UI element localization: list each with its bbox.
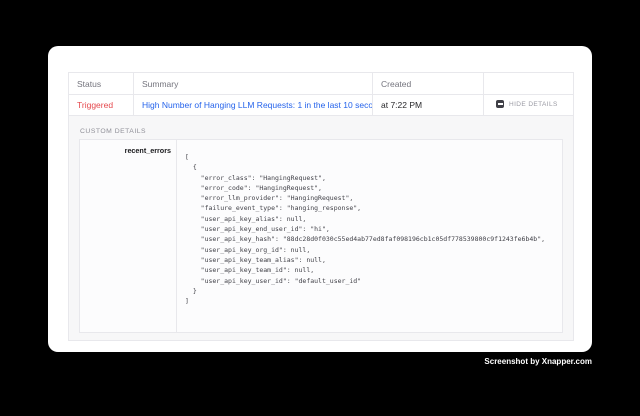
screenshot-credit: Screenshot by Xnapper.com [484,357,592,366]
alert-row: Triggered High Number of Hanging LLM Req… [69,95,574,116]
custom-details-heading: CUSTOM DETAILS [80,128,563,135]
created-time: at 7:22 PM [381,100,422,110]
alert-card: Status Summary Created Triggered High Nu… [48,46,592,352]
collapse-minus-icon [496,100,504,108]
recent-errors-json: [ { "error_class": "HangingRequest", "er… [185,152,554,306]
created-cell: at 7:22 PM [373,95,484,116]
hide-details-label: HIDE DETAILS [509,101,558,108]
actions-cell: HIDE DETAILS [484,95,574,116]
alerts-table: Status Summary Created Triggered High Nu… [68,72,574,341]
alert-summary-link[interactable]: High Number of Hanging LLM Requests: 1 i… [142,100,373,110]
status-cell: Triggered [69,95,134,116]
custom-details-panel: CUSTOM DETAILS recent_errors [ { "error_… [69,116,574,341]
column-header-summary: Summary [134,73,373,95]
table-header-row: Status Summary Created [69,73,574,95]
hide-details-button[interactable]: HIDE DETAILS [492,100,558,108]
status-badge: Triggered [77,100,113,110]
column-header-actions [484,73,574,95]
details-box: recent_errors [ { "error_class": "Hangin… [79,139,563,333]
details-json-area: [ { "error_class": "HangingRequest", "er… [177,140,562,332]
details-row: CUSTOM DETAILS recent_errors [ { "error_… [69,116,574,341]
column-header-created: Created [373,73,484,95]
summary-cell: High Number of Hanging LLM Requests: 1 i… [134,95,373,116]
column-header-status: Status [69,73,134,95]
details-key-label: recent_errors [80,140,177,332]
